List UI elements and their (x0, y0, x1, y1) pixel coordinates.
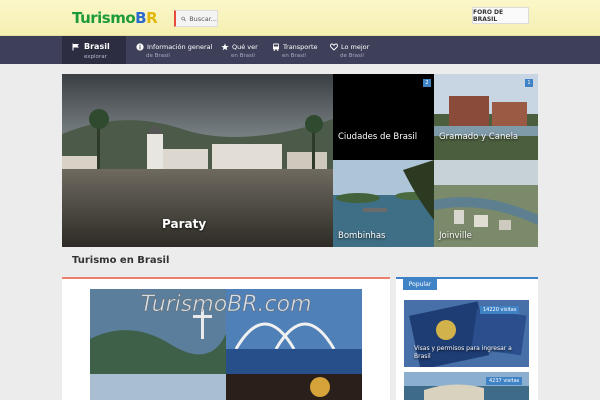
hero-caption: Paraty (162, 217, 207, 231)
hero-grid: Paraty 2 Ciudades de Brasil 1 Gramado y … (62, 74, 538, 247)
hero-caption: Joinville (439, 231, 472, 241)
nav-current-label: Brasil (84, 42, 110, 51)
hero-caption: Ciudades de Brasil (338, 132, 418, 142)
post-title: Visas y permisos para ingresar a Brasil (414, 345, 512, 360)
hero-caption: Gramado y Canela (439, 132, 519, 142)
popular-post[interactable]: 14220 visitas Visas y permisos para ingr… (404, 300, 529, 370)
forum-button[interactable]: FORO DE BRASIL (472, 7, 529, 24)
hero-tile-ciudades[interactable]: 2 Ciudades de Brasil (333, 74, 434, 160)
count-badge: 2 (423, 79, 431, 87)
nav-label: Qué ver (232, 43, 258, 51)
nav-item-brasil[interactable]: Brasil explorar (62, 36, 126, 64)
nav-current-sub: explorar (84, 54, 107, 60)
search-icon (181, 16, 186, 21)
hero-tile-joinville[interactable]: Joinville (434, 160, 538, 247)
heart-icon (330, 43, 338, 51)
hero-tile-paraty[interactable]: Paraty (62, 74, 333, 247)
nav-sub: en Brasil (282, 53, 306, 59)
main-card: TurismoBR.com (62, 277, 390, 400)
search-input[interactable]: Buscar... (189, 15, 217, 23)
flag-icon (72, 43, 79, 50)
visits-badge: 4237 visitas (486, 377, 523, 385)
collage-image[interactable]: TurismoBR.com (90, 289, 362, 400)
hero-caption: Bombinhas (338, 231, 386, 241)
visits-badge: 14220 visitas (480, 306, 520, 314)
hero-tile-bombinhas[interactable]: Bombinhas (333, 160, 434, 247)
info-icon (136, 43, 144, 51)
nav-label: Información general (147, 43, 213, 51)
tab-popular[interactable]: Popular (403, 279, 437, 290)
star-icon (221, 43, 229, 51)
bus-icon (273, 43, 279, 51)
nav-sub: de Brasil (146, 53, 170, 59)
popular-post[interactable]: 4237 visitas (404, 372, 529, 400)
nav-label: Transporte (283, 43, 318, 51)
top-header: TurismoBR Buscar... FORO DE BRASIL (0, 0, 600, 36)
section-title: Turismo en Brasil (72, 255, 170, 266)
hero-tile-gramado[interactable]: 1 Gramado y Canela (434, 74, 538, 160)
main-nav: Brasil explorar Información general de B… (0, 36, 600, 64)
count-badge: 1 (525, 79, 533, 87)
nav-label: Lo mejor (341, 43, 370, 51)
search-box[interactable]: Buscar... (174, 10, 218, 27)
gramado-image (434, 74, 538, 160)
site-logo[interactable]: TurismoBR (72, 9, 158, 27)
nav-sub: en Brasil (231, 53, 255, 59)
nav-sub: de Brasil (340, 53, 364, 59)
watermark-text: TurismoBR.com (140, 292, 311, 317)
